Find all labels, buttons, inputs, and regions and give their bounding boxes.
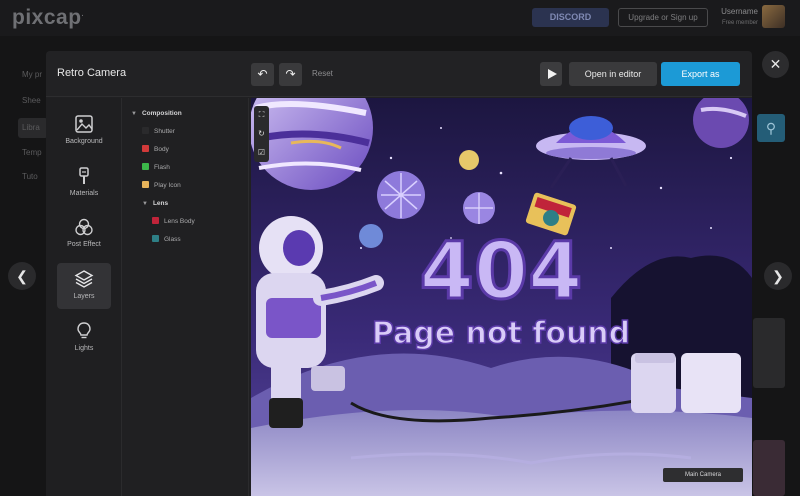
layer-label: Flash: [154, 164, 170, 171]
user-info[interactable]: Username Free member: [716, 7, 758, 28]
layer-label: Glass: [164, 236, 181, 243]
rotate-icon[interactable]: ↻: [255, 127, 268, 140]
modal-title: Retro Camera: [57, 67, 127, 79]
layer-group-composition[interactable]: ▼ Composition: [131, 108, 182, 120]
layer-item[interactable]: Glass: [152, 234, 181, 246]
tool-background[interactable]: Background: [57, 108, 111, 154]
layer-swatch: [142, 181, 149, 188]
user-plan: Free member: [721, 20, 758, 26]
tool-label: Background: [65, 138, 103, 145]
export-button[interactable]: Export as: [661, 62, 740, 86]
bg-sidebar-item[interactable]: Shee: [22, 96, 41, 105]
play-icon[interactable]: [540, 62, 562, 86]
image-icon: [75, 115, 93, 133]
scene-render: 404 Page not found: [251, 98, 752, 496]
layer-label: Play Icon: [154, 182, 181, 189]
tool-lights[interactable]: Lights: [57, 315, 111, 361]
headline-page-not-found: Page not found: [372, 316, 630, 351]
app-topbar: pixcap. DISCORD Upgrade or Sign up Usern…: [0, 0, 800, 36]
tool-materials[interactable]: Materials: [57, 160, 111, 206]
layers-panel: ▼ Composition Shutter Body Flash Play Ico…: [123, 98, 249, 496]
tool-label: Post Effect: [67, 241, 101, 248]
camera-selector[interactable]: Main Camera: [663, 468, 743, 482]
search-icon[interactable]: ⚲: [757, 114, 785, 142]
layer-item[interactable]: Lens Body: [152, 216, 195, 228]
bg-thumbnail[interactable]: [753, 440, 785, 496]
bg-sidebar-item[interactable]: Tuto: [22, 172, 38, 181]
undo-icon[interactable]: ↶: [251, 63, 274, 86]
layer-label: Body: [154, 146, 169, 153]
discord-button[interactable]: DISCORD: [532, 8, 609, 27]
layer-item[interactable]: Shutter: [142, 126, 175, 138]
username: Username: [721, 7, 758, 16]
layer-swatch: [142, 163, 149, 170]
tool-layers[interactable]: Layers: [57, 263, 111, 309]
tool-sidebar: Background Materials Post Effect Layers …: [46, 98, 122, 496]
layer-swatch: [142, 145, 149, 152]
pixcap-logo[interactable]: pixcap.: [12, 6, 84, 30]
open-in-editor-button[interactable]: Open in editor: [569, 62, 657, 86]
layer-swatch: [152, 235, 159, 242]
upgrade-button[interactable]: Upgrade or Sign up: [618, 8, 708, 27]
tool-label: Lights: [74, 345, 94, 352]
brush-icon: [79, 167, 89, 184]
viewport-tools: ⛶ ↻ ☑: [254, 106, 269, 162]
planet-small-yellow: [459, 150, 479, 170]
circles-icon: [75, 218, 93, 236]
tool-post-effect[interactable]: Post Effect: [57, 211, 111, 257]
fullscreen-icon[interactable]: ⛶: [255, 108, 268, 121]
lightbulb-icon: [77, 322, 91, 339]
close-icon[interactable]: ✕: [762, 51, 789, 78]
layers-icon: [74, 270, 94, 288]
bg-sidebar-item[interactable]: Libra: [22, 123, 40, 132]
power-boxes: [631, 353, 741, 413]
layer-group-label: Composition: [141, 110, 182, 117]
layer-item[interactable]: Play Icon: [142, 180, 181, 192]
planet-blue: [359, 224, 383, 248]
tool-label: Materials: [69, 190, 99, 197]
scene-viewport[interactable]: 404 Page not found: [251, 98, 752, 496]
bg-sidebar-item[interactable]: My pr: [22, 70, 42, 79]
layer-group-lens[interactable]: ▼ Lens: [142, 198, 168, 210]
checkbox-icon[interactable]: ☑: [255, 146, 268, 159]
redo-icon[interactable]: ↷: [279, 63, 302, 86]
bg-thumbnail[interactable]: [753, 318, 785, 388]
layer-label: Shutter: [154, 128, 175, 135]
bg-sidebar-item[interactable]: Temp: [22, 148, 42, 157]
prev-arrow-icon[interactable]: ❮: [8, 262, 36, 290]
chevron-down-icon: ▼: [142, 201, 148, 207]
layer-item[interactable]: Body: [142, 144, 169, 156]
next-arrow-icon[interactable]: ❯: [764, 262, 792, 290]
layer-item[interactable]: Flash: [142, 162, 170, 174]
layer-group-label: Lens: [152, 200, 169, 207]
reset-button[interactable]: Reset: [312, 69, 333, 78]
preview-modal: Retro Camera ↶ ↷ Reset Open in editor Ex…: [46, 51, 752, 496]
avatar[interactable]: [762, 5, 785, 28]
headline-404: 404: [420, 227, 583, 317]
chevron-down-icon: ▼: [131, 111, 137, 117]
moon-surface: [251, 410, 752, 496]
layer-swatch: [142, 127, 149, 134]
modal-header: Retro Camera ↶ ↷ Reset Open in editor Ex…: [46, 51, 752, 97]
layer-label: Lens Body: [164, 218, 195, 225]
tool-label: Layers: [73, 293, 95, 300]
layer-swatch: [152, 217, 159, 224]
